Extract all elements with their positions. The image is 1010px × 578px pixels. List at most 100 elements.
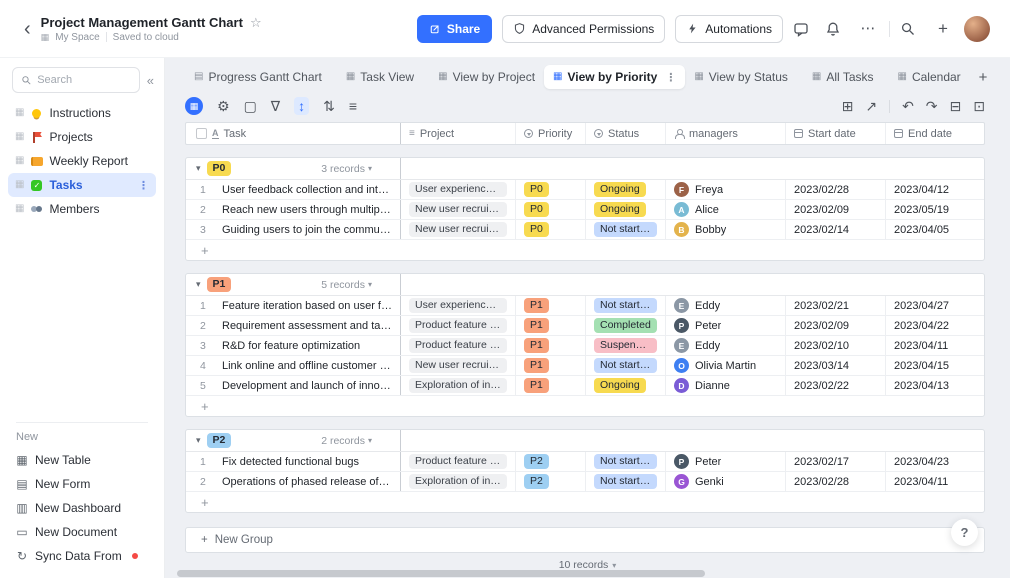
widget-icon[interactable]	[842, 99, 854, 113]
table-row[interactable]: 4Link online and offline customer experi…	[186, 356, 984, 376]
tab-view-by-priority[interactable]: View by Priority⋮	[544, 65, 685, 89]
page-title[interactable]: Project Management Gantt Chart	[41, 15, 243, 30]
column-header-start-date[interactable]: Start date	[786, 123, 886, 144]
automations-button[interactable]: Automations	[675, 15, 783, 43]
table-row[interactable]: 2Reach new users through multiple cha...…	[186, 200, 984, 220]
share-button[interactable]: Share	[417, 15, 492, 43]
sidebar-item-projects[interactable]: Projects	[8, 125, 156, 149]
column-header-end-date[interactable]: End date	[886, 123, 984, 144]
sort-icon[interactable]	[323, 99, 335, 113]
share-out-icon[interactable]	[865, 99, 877, 113]
redo-icon[interactable]	[926, 99, 938, 113]
settings-gear-icon[interactable]	[217, 99, 230, 113]
new-table-button[interactable]: New Table	[8, 448, 156, 472]
select-all-checkbox[interactable]	[196, 128, 207, 139]
table-row[interactable]: 2Requirement assessment and task sub... …	[186, 316, 984, 336]
end-date: 2023/05/19	[894, 204, 949, 216]
collapse-group-icon[interactable]: ▾	[196, 435, 201, 446]
group-badge: P2	[207, 433, 232, 448]
start-date: 2023/02/09	[794, 320, 849, 332]
view-tabbar: Progress Gantt Chart Task View View by P…	[185, 64, 985, 90]
undo-icon[interactable]	[902, 99, 914, 113]
add-view-button[interactable]: +	[970, 69, 997, 86]
group-header[interactable]: ▾ P0 3 records▾	[186, 158, 984, 180]
field-icon	[409, 129, 415, 139]
record-count[interactable]: 5 records▾	[321, 279, 392, 291]
sidebar-item-tasks[interactable]: Tasks ⋮	[8, 173, 156, 197]
bell-icon[interactable]	[825, 21, 847, 37]
search-icon[interactable]	[900, 21, 922, 36]
new-document-button[interactable]: New Document	[8, 520, 156, 544]
record-count[interactable]: 2 records▾	[321, 435, 392, 447]
view-switcher-icon[interactable]	[185, 97, 203, 115]
back-chevron-icon[interactable]: ‹	[24, 19, 31, 39]
new-group-button[interactable]: New Group	[185, 527, 985, 553]
item-more-icon[interactable]: ⋮	[138, 179, 149, 192]
table-row[interactable]: 3Guiding users to join the community New…	[186, 220, 984, 240]
row-height-icon[interactable]	[294, 97, 309, 115]
project-chip: Exploration of innova...	[409, 474, 507, 489]
more-icon[interactable]: ⋯	[857, 21, 879, 36]
column-header-managers[interactable]: managers	[666, 123, 786, 144]
column-header-status[interactable]: Status	[586, 123, 666, 144]
divider	[16, 422, 148, 423]
table-row[interactable]: 1User feedback collection and integratio…	[186, 180, 984, 200]
sync-data-button[interactable]: Sync Data From	[8, 544, 156, 568]
star-icon[interactable]: ☆	[250, 16, 262, 29]
comment-icon[interactable]	[793, 21, 815, 37]
tab-calendar[interactable]: Calendar	[889, 65, 970, 89]
group-header[interactable]: ▾ P2 2 records▾	[186, 430, 984, 452]
task-title: Link online and offline customer experi.…	[222, 360, 392, 372]
collapse-group-icon[interactable]: ▾	[196, 163, 201, 174]
task-title: Feature iteration based on user feedba..…	[222, 300, 392, 312]
new-form-button[interactable]: New Form	[8, 472, 156, 496]
table-row[interactable]: 2Operations of phased release of new f..…	[186, 472, 984, 492]
table-row[interactable]: 3R&D for feature optimization Product fe…	[186, 336, 984, 356]
record-count[interactable]: 3 records▾	[321, 163, 392, 175]
start-date: 2023/02/10	[794, 340, 849, 352]
search-input[interactable]	[37, 74, 131, 86]
group-p2: ▾ P2 2 records▾ 1Fix detected functional…	[185, 429, 985, 513]
filter-icon[interactable]	[271, 99, 280, 113]
new-dashboard-button[interactable]: New Dashboard	[8, 496, 156, 520]
table-row[interactable]: 5Development and launch of innovative ..…	[186, 376, 984, 396]
sidebar-item-instructions[interactable]: Instructions	[8, 101, 156, 125]
advanced-permissions-button[interactable]: Advanced Permissions	[502, 15, 665, 43]
sidebar-item-members[interactable]: Members	[8, 197, 156, 221]
tab-more-icon[interactable]: ⋮	[665, 71, 676, 84]
avatar: G	[674, 474, 689, 489]
column-header-task[interactable]: Task	[186, 123, 401, 144]
group-icon[interactable]	[349, 99, 357, 113]
card-view-icon[interactable]	[244, 99, 257, 113]
tab-view-by-status[interactable]: View by Status	[685, 65, 797, 89]
group-header[interactable]: ▾ P1 5 records▾	[186, 274, 984, 296]
collapse-group-icon[interactable]: ▾	[196, 279, 201, 290]
table-row[interactable]: 1Feature iteration based on user feedba.…	[186, 296, 984, 316]
sidebar-item-weekly-report[interactable]: Weekly Report	[8, 149, 156, 173]
user-avatar[interactable]	[964, 16, 990, 42]
add-record-button[interactable]	[186, 240, 984, 260]
sidebar-search[interactable]	[12, 67, 140, 93]
add-record-button[interactable]	[186, 396, 984, 416]
plus-icon[interactable]: +	[932, 20, 954, 37]
column-header-project[interactable]: Project	[401, 123, 516, 144]
priority-chip: P0	[524, 202, 549, 217]
add-record-button[interactable]	[186, 492, 984, 512]
tab-all-tasks[interactable]: All Tasks	[803, 65, 883, 89]
table-row[interactable]: 1Fix detected functional bugs Product fe…	[186, 452, 984, 472]
doc-type-icon	[15, 108, 24, 118]
tab-progress-gantt-chart[interactable]: Progress Gantt Chart	[185, 65, 331, 89]
help-button[interactable]: ?	[951, 519, 978, 546]
fullscreen-icon[interactable]	[973, 99, 985, 113]
collapse-rows-icon[interactable]	[950, 99, 962, 113]
task-title: Reach new users through multiple cha...	[222, 204, 392, 216]
collapse-sidebar-icon[interactable]: «	[147, 73, 154, 88]
breadcrumb-space[interactable]: My Space	[55, 32, 99, 43]
tab-view-by-project[interactable]: View by Project	[429, 65, 544, 89]
manager-name: Peter	[695, 320, 721, 332]
column-header-priority[interactable]: Priority	[516, 123, 586, 144]
priority-chip: P0	[524, 222, 549, 237]
tab-task-view[interactable]: Task View	[337, 65, 423, 89]
horizontal-scrollbar[interactable]	[177, 570, 705, 577]
plus-icon	[201, 534, 208, 546]
